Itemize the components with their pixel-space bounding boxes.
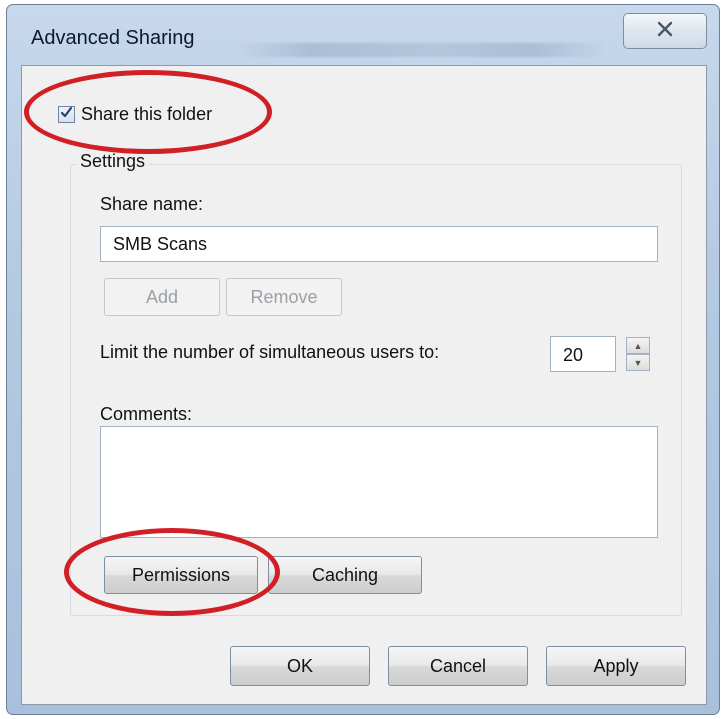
user-limit-label: Limit the number of simultaneous users t… [100, 342, 440, 362]
spin-down-icon: ▼ [633, 357, 643, 368]
add-button: Add [104, 278, 220, 316]
advanced-sharing-dialog: Advanced Sharing Share this folder Setti… [6, 4, 720, 715]
dialog-title: Advanced Sharing [31, 27, 195, 49]
apply-button[interactable]: Apply [546, 646, 686, 686]
share-name-value: SMB Scans [113, 234, 208, 254]
share-folder-label[interactable]: Share this folder [81, 104, 212, 125]
spin-down-button[interactable]: ▼ [626, 354, 650, 371]
close-icon [655, 21, 675, 42]
comments-label: Comments: [100, 404, 193, 424]
share-folder-checkbox[interactable] [58, 106, 75, 123]
ok-button[interactable]: OK [230, 646, 370, 686]
checkmark-icon [60, 106, 73, 124]
share-name-label: Share name: [100, 194, 204, 214]
remove-button: Remove [226, 278, 342, 316]
dialog-client-area: Share this folder Settings Share name: S… [21, 65, 707, 705]
permissions-button[interactable]: Permissions [104, 556, 258, 594]
spin-up-icon: ▲ [633, 340, 643, 351]
caching-button[interactable]: Caching [268, 556, 422, 594]
share-name-input[interactable]: SMB Scans [100, 226, 658, 262]
user-limit-input[interactable]: 20 [550, 336, 616, 372]
comments-textarea[interactable] [100, 426, 658, 538]
title-bar-background-tabs [237, 43, 607, 57]
user-limit-value: 20 [563, 345, 584, 365]
cancel-button[interactable]: Cancel [388, 646, 528, 686]
title-bar[interactable]: Advanced Sharing [7, 5, 719, 71]
spin-up-button[interactable]: ▲ [626, 337, 650, 354]
settings-group-legend: Settings [76, 151, 150, 172]
close-button[interactable] [623, 13, 707, 49]
share-folder-row[interactable]: Share this folder [58, 104, 212, 125]
